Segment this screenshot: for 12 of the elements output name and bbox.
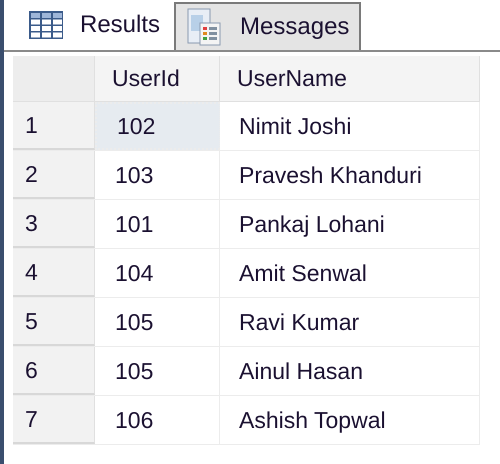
row-header[interactable]: 4: [13, 249, 95, 297]
row-header[interactable]: 5: [13, 298, 95, 346]
row-header[interactable]: 2: [13, 151, 95, 199]
column-header[interactable]: UserId: [95, 56, 220, 101]
row-header[interactable]: 6: [13, 347, 95, 395]
row-header[interactable]: 1: [13, 102, 95, 150]
column-header[interactable]: UserName: [220, 56, 480, 101]
row-header[interactable]: 7: [13, 396, 95, 444]
row-header[interactable]: 3: [13, 200, 95, 248]
grid-icon: [28, 10, 64, 40]
tab[interactable]: Messages: [174, 2, 362, 50]
table-cell[interactable]: 102: [95, 102, 220, 150]
